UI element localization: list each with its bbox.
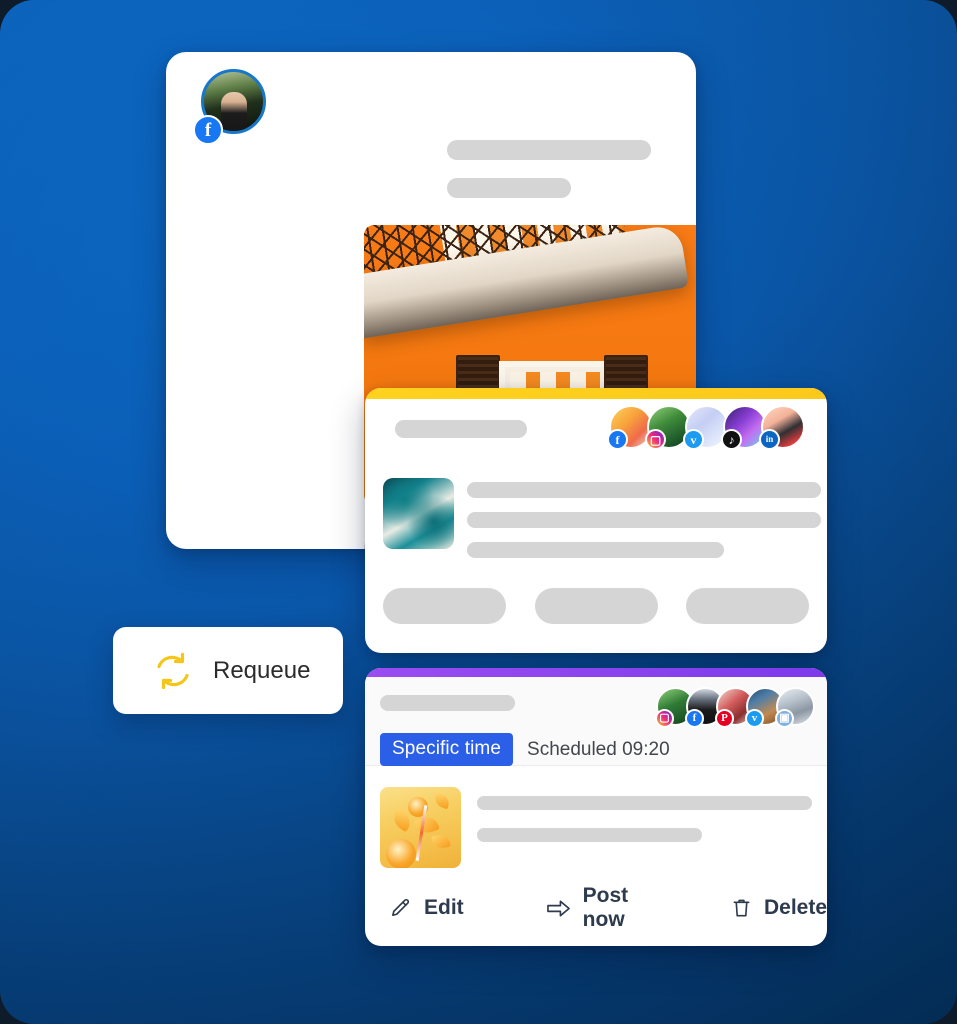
compose-post-card: f ▢ ᴠ ♪ in (365, 388, 827, 653)
scheduled-account-avatars: ▢ f P ᴠ ▣ (655, 687, 815, 728)
post-subtitle-placeholder (447, 178, 571, 198)
scheduled-header: ▢ f P ᴠ ▣ Specific time Scheduled 09:20 (365, 677, 827, 766)
citrus-decor (431, 833, 451, 850)
edit-label: Edit (424, 896, 464, 919)
citrus-decor (414, 813, 440, 837)
instagram-icon: ▢ (645, 429, 666, 450)
delete-label: Delete (763, 896, 827, 919)
edit-button[interactable]: Edit (389, 896, 464, 920)
illustration-canvas: f f ▢ ᴠ ♪ in ▢ f P ᴠ ▣ Specific time Sch… (0, 0, 957, 1024)
compose-button-placeholder[interactable] (383, 588, 506, 624)
account-avatar-tumblr[interactable]: ▣ (775, 687, 815, 728)
twitter-icon: ᴠ (683, 429, 704, 450)
delete-button[interactable]: Delete (731, 896, 827, 920)
scheduled-post-card: ▢ f P ᴠ ▣ Specific time Scheduled 09:20 … (365, 668, 827, 946)
tiktok-icon: ♪ (721, 429, 742, 450)
facebook-icon: f (193, 115, 223, 145)
scheduled-text-placeholder (477, 828, 702, 842)
compose-text-placeholder (467, 512, 821, 528)
post-now-label: Post now (582, 884, 629, 931)
arrow-right-icon (546, 897, 571, 920)
avatar-photo (220, 92, 247, 131)
scheduled-thumbnail[interactable] (380, 787, 461, 868)
compose-button-placeholder[interactable] (686, 588, 809, 624)
scheduled-text-placeholder (477, 796, 812, 810)
compose-text-placeholder (467, 542, 724, 558)
compose-account-avatars: f ▢ ᴠ ♪ in (607, 405, 805, 450)
compose-title-placeholder (395, 420, 527, 438)
compose-button-placeholder[interactable] (534, 588, 658, 624)
refresh-cycle-icon (151, 651, 195, 691)
scheduled-time-text: Scheduled 09:20 (527, 738, 670, 760)
scheduled-accent-bar (365, 668, 827, 677)
scheduled-actions: Edit Post now Delete (365, 884, 827, 932)
linkedin-icon: in (759, 429, 780, 450)
status-badge[interactable]: Specific time (380, 733, 514, 766)
scheduled-title-placeholder (380, 695, 515, 711)
compose-action-buttons (383, 588, 809, 624)
requeue-button[interactable]: Requeue (113, 627, 343, 714)
compose-text-placeholder (467, 482, 821, 498)
requeue-label: Requeue (213, 656, 311, 684)
scheduled-meta: Specific time Scheduled 09:20 (380, 733, 670, 766)
facebook-icon: f (607, 429, 628, 450)
citrus-decor (386, 839, 416, 868)
post-header: f (166, 52, 696, 198)
tumblr-icon: ▣ (775, 709, 794, 728)
instagram-icon: ▢ (655, 709, 674, 728)
twitter-icon: ᴠ (745, 709, 764, 728)
post-now-button[interactable]: Post now (546, 884, 651, 932)
citrus-decor (432, 792, 452, 810)
compose-accent-bar (365, 388, 827, 399)
compose-thumbnail[interactable] (383, 478, 454, 549)
pinterest-icon: P (715, 709, 734, 728)
pencil-icon (389, 897, 412, 920)
account-avatar-linkedin[interactable]: in (759, 405, 805, 450)
trash-icon (731, 897, 752, 920)
facebook-icon: f (685, 709, 704, 728)
post-author-placeholder (447, 140, 651, 160)
